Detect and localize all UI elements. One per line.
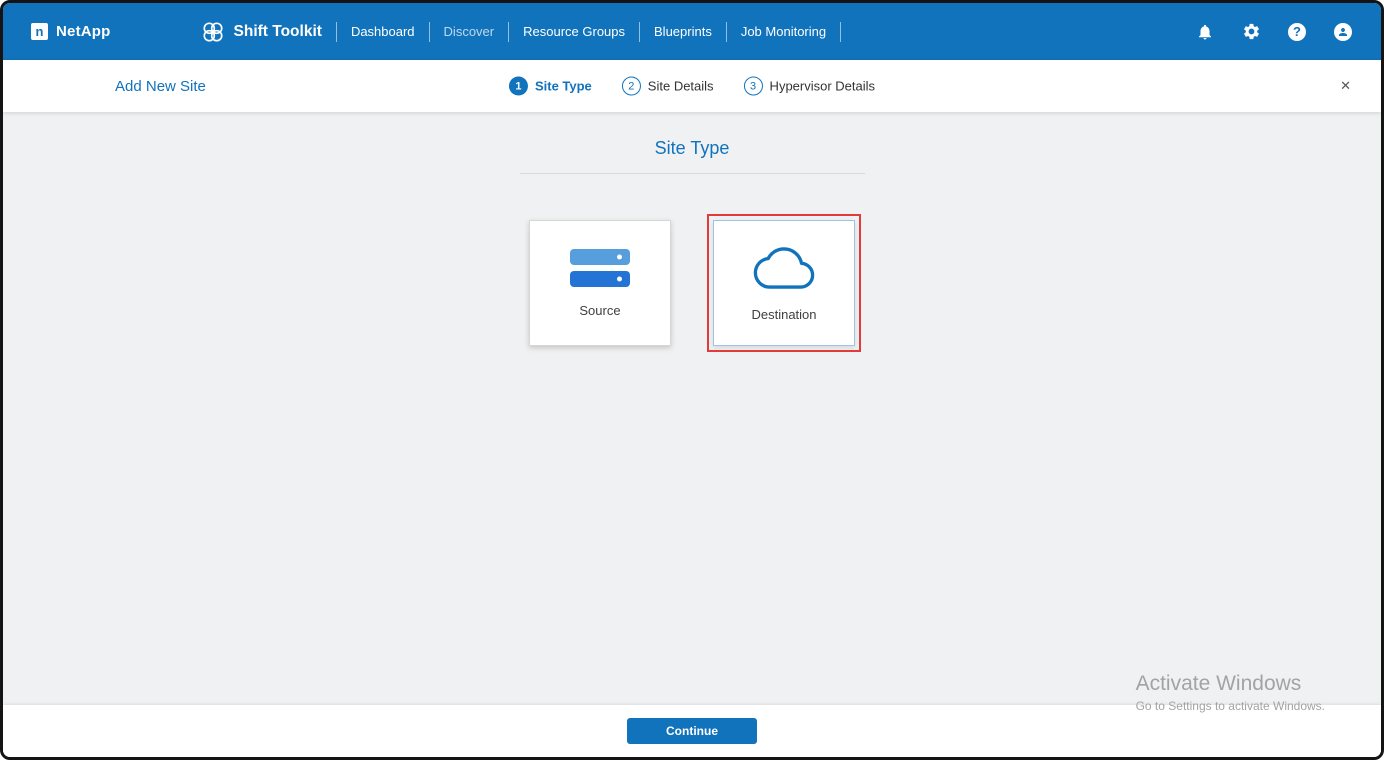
close-icon[interactable]: ✕: [1336, 74, 1355, 98]
step-1-label: Site Type: [534, 78, 592, 94]
main-content: Site Type Source Destination: [3, 112, 1381, 705]
nav-separator: [840, 21, 842, 42]
step-2-circle: 2: [621, 76, 641, 96]
wizard-footer: Continue: [3, 705, 1381, 757]
top-navigation-bar: n NetApp Shift Toolkit Dashboard Discove…: [3, 3, 1381, 60]
wizard-header: Add New Site 1 Site Type 2 Site Details …: [3, 60, 1381, 112]
netapp-logo-icon: n: [31, 23, 48, 40]
step-2-label: Site Details: [647, 78, 714, 94]
help-glyph: ?: [1288, 22, 1306, 41]
step-1-circle: 1: [508, 76, 528, 96]
server-stack-icon: [570, 248, 630, 287]
destination-card[interactable]: Destination: [707, 214, 861, 352]
destination-card-label: Destination: [751, 306, 817, 322]
primary-nav: Dashboard Discover Resource Groups Bluep…: [322, 21, 855, 42]
source-card[interactable]: Source: [529, 220, 671, 346]
continue-button[interactable]: Continue: [627, 718, 757, 744]
section-divider: [519, 173, 865, 174]
nav-separator: [508, 21, 510, 42]
nav-utility-icons: ?: [1195, 22, 1353, 42]
step-site-type[interactable]: 1 Site Type: [508, 76, 592, 96]
section-title: Site Type: [654, 138, 730, 158]
nav-separator: [335, 21, 337, 42]
account-icon[interactable]: [1333, 22, 1353, 42]
step-3-label: Hypervisor Details: [769, 78, 876, 94]
step-hypervisor-details[interactable]: 3 Hypervisor Details: [743, 76, 876, 96]
wizard-title: Add New Site: [115, 77, 206, 95]
nav-separator: [639, 21, 641, 42]
app-title: Shift Toolkit: [233, 22, 322, 40]
step-3-circle: 3: [743, 76, 763, 96]
nav-separator: [428, 21, 430, 42]
app-window: n NetApp Shift Toolkit Dashboard Discove…: [0, 0, 1384, 760]
cloud-icon: [753, 245, 815, 291]
site-type-cards: Source Destination: [3, 214, 1381, 352]
step-site-details[interactable]: 2 Site Details: [621, 76, 714, 96]
nav-separator: [725, 21, 727, 42]
source-card-label: Source: [579, 302, 621, 318]
netapp-brand[interactable]: n NetApp: [31, 23, 111, 40]
settings-icon[interactable]: [1241, 22, 1261, 42]
shift-toolkit-home[interactable]: Shift Toolkit: [201, 20, 322, 44]
nav-item-resource-groups[interactable]: Resource Groups: [523, 24, 625, 39]
nav-item-discover[interactable]: Discover: [444, 24, 495, 39]
nav-item-dashboard[interactable]: Dashboard: [351, 24, 415, 39]
netapp-brand-label: NetApp: [56, 23, 111, 40]
nav-item-blueprints[interactable]: Blueprints: [654, 24, 712, 39]
help-icon[interactable]: ?: [1287, 22, 1307, 42]
notifications-icon[interactable]: [1195, 22, 1215, 42]
shift-toolkit-icon: [201, 20, 225, 44]
account-glyph: [1334, 22, 1352, 41]
nav-item-job-monitoring[interactable]: Job Monitoring: [741, 24, 826, 39]
wizard-stepper: 1 Site Type 2 Site Details 3 Hypervisor …: [508, 76, 876, 96]
